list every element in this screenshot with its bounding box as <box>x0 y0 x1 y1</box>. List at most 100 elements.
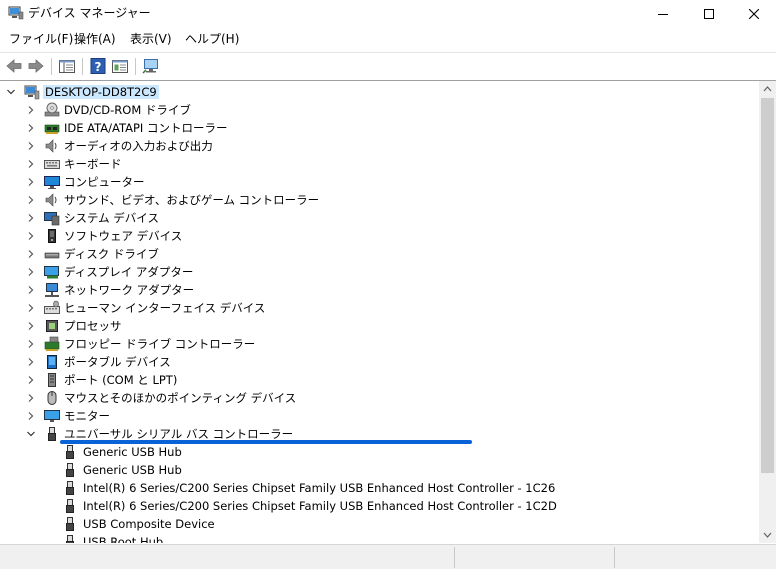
status-separator <box>614 547 615 568</box>
chevron-right-icon[interactable] <box>26 231 36 241</box>
device-manager-icon <box>8 6 24 20</box>
svg-text:?: ? <box>95 60 102 74</box>
menu-view[interactable]: 表示(V) <box>130 32 172 46</box>
help-icon: ? <box>90 58 106 74</box>
menu-action[interactable]: 操作(A) <box>74 32 116 46</box>
category-label: ユニバーサル シリアル バス コントローラー <box>64 427 294 441</box>
port-icon <box>44 372 60 388</box>
usb-device-row[interactable]: Intel(R) 6 Series/C200 Series Chipset Fa… <box>0 497 740 515</box>
scroll-up-icon[interactable] <box>759 81 776 98</box>
tree-category-row[interactable]: ネットワーク アダプター <box>0 281 740 299</box>
chevron-right-icon[interactable] <box>26 375 36 385</box>
tree-category-row[interactable]: ディスク ドライブ <box>0 245 740 263</box>
chevron-right-icon[interactable] <box>26 285 36 295</box>
category-label: コンピューター <box>64 175 145 189</box>
device-label: USB Root Hub <box>83 535 164 543</box>
console-tree-icon <box>59 60 75 73</box>
tree-category-row[interactable]: マウスとそのほかのポインティング デバイス <box>0 389 740 407</box>
chevron-right-icon[interactable] <box>26 303 36 313</box>
help-button[interactable]: ? <box>88 56 108 76</box>
device-label: USB Composite Device <box>83 517 215 531</box>
tree-category-row[interactable]: ポータブル デバイス <box>0 353 740 371</box>
show-hide-console-tree-button[interactable] <box>57 56 77 76</box>
chevron-right-icon[interactable] <box>26 195 36 205</box>
vertical-scrollbar[interactable] <box>759 81 776 543</box>
minimize-button[interactable] <box>640 0 686 28</box>
tree-category-row[interactable]: フロッピー ドライブ コントローラー <box>0 335 740 353</box>
tree-category-row[interactable]: ヒューマン インターフェイス デバイス <box>0 299 740 317</box>
scan-hardware-button[interactable] <box>141 56 161 76</box>
chevron-right-icon[interactable] <box>26 177 36 187</box>
usb-icon <box>62 498 78 514</box>
maximize-button[interactable] <box>686 0 732 28</box>
tree-category-row[interactable]: プロセッサ <box>0 317 740 335</box>
chevron-right-icon[interactable] <box>26 411 36 421</box>
forward-arrow-icon <box>28 59 44 73</box>
tree-category-row[interactable]: ソフトウェア デバイス <box>0 227 740 245</box>
chevron-right-icon[interactable] <box>26 249 36 259</box>
ide-controller-icon <box>44 120 60 136</box>
processor-icon <box>44 318 60 334</box>
usb-device-row[interactable]: Generic USB Hub <box>0 443 740 461</box>
tree-category-row[interactable]: ポート (COM と LPT) <box>0 371 740 389</box>
forward-button[interactable] <box>26 56 46 76</box>
usb-device-row[interactable]: USB Composite Device <box>0 515 740 533</box>
scroll-down-icon[interactable] <box>759 526 776 543</box>
properties-button[interactable] <box>110 56 130 76</box>
chevron-right-icon[interactable] <box>26 267 36 277</box>
minimize-icon <box>658 14 668 15</box>
usb-device-row[interactable]: Intel(R) 6 Series/C200 Series Chipset Fa… <box>0 479 740 497</box>
device-tree: DESKTOP-DD8T2C9 DVD/CD-ROM ドライブ IDE ATA/… <box>0 80 776 543</box>
tree-category-row[interactable]: モニター <box>0 407 740 425</box>
chevron-right-icon[interactable] <box>26 159 36 169</box>
window-title: デバイス マネージャー <box>28 6 151 20</box>
usb-icon <box>62 516 78 532</box>
tree-category-row[interactable]: キーボード <box>0 155 740 173</box>
chevron-right-icon[interactable] <box>26 393 36 403</box>
toolbar: ? <box>0 52 776 79</box>
device-label: Generic USB Hub <box>83 445 182 459</box>
usb-device-row[interactable]: USB Root Hub <box>0 533 740 543</box>
chevron-right-icon[interactable] <box>26 321 36 331</box>
disk-drive-icon <box>44 246 60 262</box>
chevron-right-icon[interactable] <box>26 123 36 133</box>
speaker-icon <box>44 192 60 208</box>
menu-help[interactable]: ヘルプ(H) <box>185 32 239 46</box>
chevron-right-icon[interactable] <box>26 141 36 151</box>
chevron-down-icon[interactable] <box>26 429 36 439</box>
chevron-right-icon[interactable] <box>26 339 36 349</box>
close-icon <box>749 9 759 19</box>
maximize-icon <box>704 9 714 19</box>
portable-device-icon <box>44 354 60 370</box>
back-button[interactable] <box>4 56 24 76</box>
tree-category-row[interactable]: サウンド、ビデオ、およびゲーム コントローラー <box>0 191 740 209</box>
chevron-right-icon[interactable] <box>26 357 36 367</box>
tree-root-row[interactable]: DESKTOP-DD8T2C9 <box>0 83 740 101</box>
close-button[interactable] <box>731 0 776 28</box>
category-label: サウンド、ビデオ、およびゲーム コントローラー <box>64 193 320 207</box>
category-label: キーボード <box>64 157 122 171</box>
network-adapter-icon <box>44 282 60 298</box>
toolbar-separator <box>51 58 52 75</box>
tree-category-row[interactable]: IDE ATA/ATAPI コントローラー <box>0 119 740 137</box>
scrollbar-thumb[interactable] <box>761 98 774 473</box>
category-label: プロセッサ <box>64 319 122 333</box>
chevron-down-icon[interactable] <box>6 87 16 97</box>
chevron-right-icon[interactable] <box>26 213 36 223</box>
usb-device-row[interactable]: Generic USB Hub <box>0 461 740 479</box>
tree-category-row[interactable]: ディスプレイ アダプター <box>0 263 740 281</box>
category-label: ヒューマン インターフェイス デバイス <box>64 301 266 315</box>
tree-category-row[interactable]: DVD/CD-ROM ドライブ <box>0 101 740 119</box>
usb-icon <box>62 462 78 478</box>
mouse-icon <box>44 390 60 406</box>
software-device-icon <box>44 228 60 244</box>
usb-icon <box>44 426 60 442</box>
chevron-right-icon[interactable] <box>26 105 36 115</box>
menu-file[interactable]: ファイル(F) <box>9 32 73 46</box>
tree-category-row[interactable]: コンピューター <box>0 173 740 191</box>
tree-category-row[interactable]: システム デバイス <box>0 209 740 227</box>
category-label: フロッピー ドライブ コントローラー <box>64 337 256 351</box>
device-label: Intel(R) 6 Series/C200 Series Chipset Fa… <box>83 499 557 513</box>
category-label: IDE ATA/ATAPI コントローラー <box>64 121 228 135</box>
tree-category-row[interactable]: オーディオの入力および出力 <box>0 137 740 155</box>
